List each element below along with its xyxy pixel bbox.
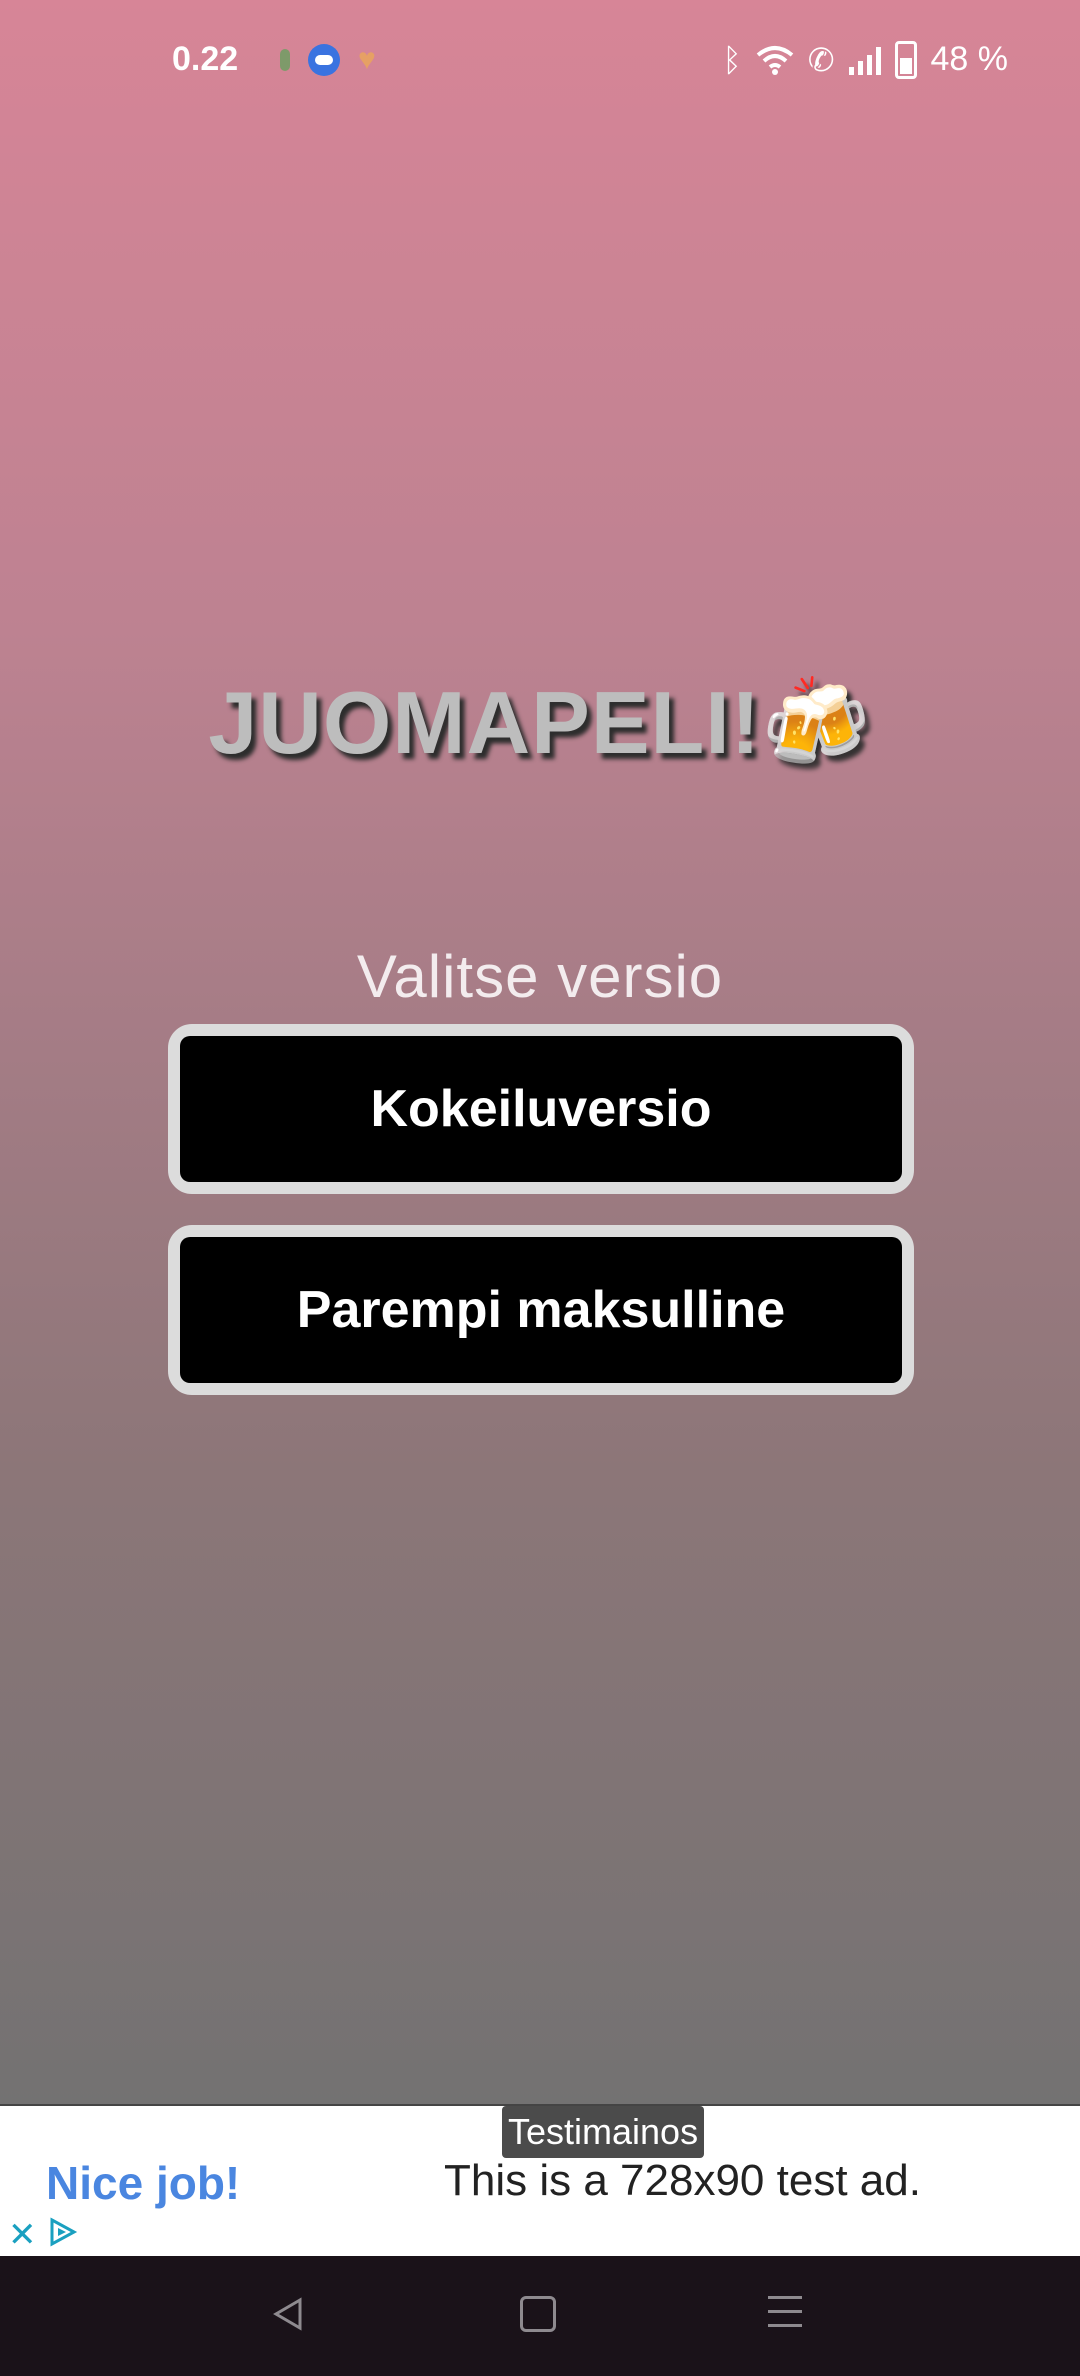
wifi-icon xyxy=(756,45,793,75)
recents-icon[interactable] xyxy=(768,2296,802,2338)
home-icon[interactable] xyxy=(520,2296,556,2332)
paid-version-label: Parempi maksulline xyxy=(180,1237,902,1383)
heart-icon: ♥ xyxy=(358,43,376,76)
paid-version-button[interactable]: Parempi maksulline xyxy=(168,1225,914,1395)
back-icon[interactable] xyxy=(268,2294,308,2334)
weather-icon xyxy=(308,44,340,76)
version-prompt: Valitse versio xyxy=(356,943,724,1010)
bluetooth-icon: ᛒ xyxy=(722,41,742,78)
app-screen: 0.22 ♥ ᛒ ✆ 48 % JUOMAPELI!🍻 Valitse vers… xyxy=(0,0,1080,2104)
ad-close-icon[interactable]: ✕ xyxy=(8,2218,37,2252)
status-system-icons: ᛒ ✆ 48 % xyxy=(722,40,1008,79)
status-notification-icons: ♥ xyxy=(280,44,376,76)
test-ad-label: Testimainos xyxy=(502,2106,705,2158)
ad-headline[interactable]: Nice job! xyxy=(46,2156,240,2210)
ad-choices-icon[interactable] xyxy=(46,2216,78,2248)
wifi-calling-icon: ✆ xyxy=(807,41,835,78)
navigation-bar xyxy=(0,2256,1080,2376)
signal-icon xyxy=(848,45,881,75)
ad-text[interactable]: This is a 728x90 test ad. xyxy=(444,2156,921,2206)
notification-dot-icon xyxy=(280,49,290,71)
trial-version-button[interactable]: Kokeiluversio xyxy=(168,1024,914,1194)
battery-percent: 48 % xyxy=(930,40,1009,78)
status-time: 0.22 xyxy=(172,40,239,78)
app-title: JUOMAPELI!🍻 xyxy=(208,673,872,772)
status-bar: 0.22 ♥ ᛒ ✆ 48 % xyxy=(0,0,1080,124)
battery-icon xyxy=(894,40,917,79)
trial-version-label: Kokeiluversio xyxy=(180,1036,902,1182)
ad-banner[interactable]: Testimainos Nice job! This is a 728x90 t… xyxy=(0,2104,1080,2258)
